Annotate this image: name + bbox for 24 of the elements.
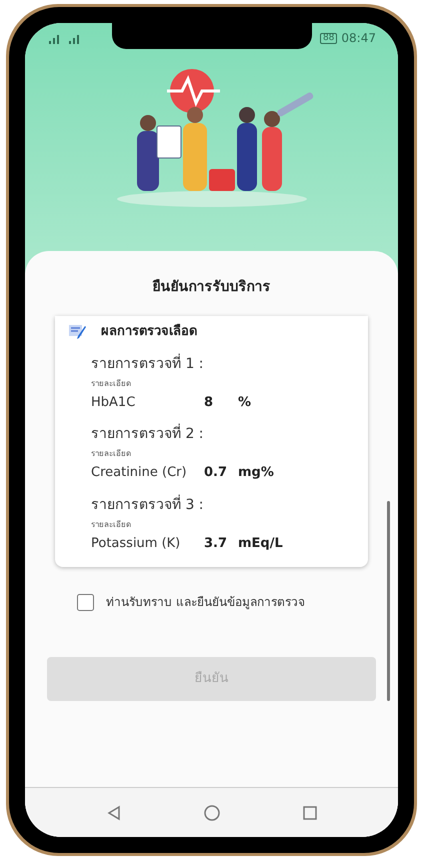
recents-icon[interactable]	[302, 806, 317, 820]
test-name: Potassium (K)	[91, 534, 182, 552]
test-name: HbA1C	[91, 394, 136, 412]
test-label: รายการตรวจที่ 3 :	[91, 494, 205, 514]
test-unit: %	[238, 394, 252, 412]
test-value: 8	[204, 394, 214, 412]
screen-title: ยืนยันการรับบริการ	[152, 278, 272, 297]
document-pen-icon	[69, 324, 89, 340]
test-name: Creatinine (Cr)	[91, 464, 188, 482]
card-heading: ผลการตรวจเลือด	[101, 322, 197, 341]
home-icon[interactable]	[204, 804, 220, 820]
detail-label: รายละเอียด	[91, 448, 132, 460]
detail-label: รายละเอียด	[91, 378, 132, 390]
consent-label: ท่านรับทราบ และยืนยันข้อมูลการตรวจ	[106, 594, 305, 611]
test-unit: mg%	[238, 464, 274, 482]
test-label: รายการตรวจที่ 1 :	[91, 354, 205, 374]
detail-label: รายละเอียด	[91, 518, 132, 530]
clock: 08:47	[341, 30, 376, 47]
test-unit: mEq/L	[238, 534, 283, 552]
test-label: รายการตรวจที่ 2 :	[91, 424, 354, 445]
test-value: 0.7	[204, 464, 228, 482]
test-value: 3.7	[204, 534, 228, 552]
back-icon[interactable]	[106, 804, 122, 820]
consent-checkbox[interactable]	[77, 594, 94, 610]
